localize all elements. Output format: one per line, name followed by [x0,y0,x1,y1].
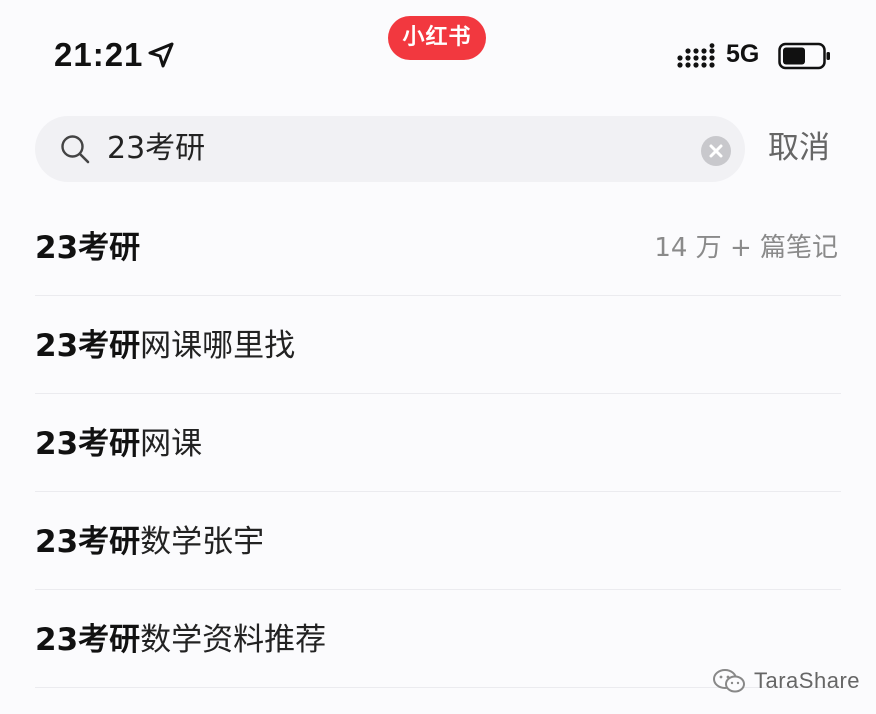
suggestion-highlight: 23考研 [35,622,141,658]
suggestion-label: 23考研数学资料推荐 [35,620,326,660]
suggestion-highlight: 23考研 [35,524,141,560]
suggestion-rest: 数学张宇 [140,524,265,560]
note-count: 14 万 + 篇笔记 [654,233,838,263]
suggestion-item[interactable]: 23考研数学张宇 [0,492,876,590]
suggestion-label: 23考研网课 [35,424,202,464]
suggestion-item[interactable]: 23考研网课哪里找 [0,296,876,394]
suggestion-rest: 网课哪里找 [140,328,296,364]
search-box[interactable]: 23考研 [35,116,745,182]
app-badge: 小红书 [388,16,486,60]
signal-icon [677,43,715,68]
watermark-text: TaraShare [754,668,861,693]
battery-icon [778,42,830,70]
suggestion-list: 23考研 14 万 + 篇笔记 23考研网课哪里找 23考研网课 23考研数学张… [0,198,876,688]
suggestion-label: 23考研 [35,228,140,268]
search-input[interactable]: 23考研 [107,130,205,168]
suggestion-item[interactable]: 23考研网课 [0,394,876,492]
suggestion-highlight: 23考研 [35,426,141,462]
watermark: TaraShare [712,664,860,698]
suggestion-rest: 数学资料推荐 [140,622,327,658]
suggestion-highlight: 23考研 [35,230,141,266]
cancel-button[interactable]: 取消 [768,129,830,167]
status-bar: 21:21 小红书 5G [0,0,876,100]
location-arrow-icon [148,42,174,68]
network-type: 5G [726,40,760,68]
suggestion-highlight: 23考研 [35,328,141,364]
wechat-logo-icon [713,669,745,693]
clear-icon[interactable] [700,135,732,167]
search-icon [61,135,90,164]
suggestion-item[interactable]: 23考研 14 万 + 篇笔记 [0,198,876,296]
suggestion-label: 23考研网课哪里找 [35,326,295,366]
status-time: 21:21 [54,36,144,73]
suggestion-rest: 网课 [140,426,203,462]
suggestion-label: 23考研数学张宇 [35,522,264,562]
